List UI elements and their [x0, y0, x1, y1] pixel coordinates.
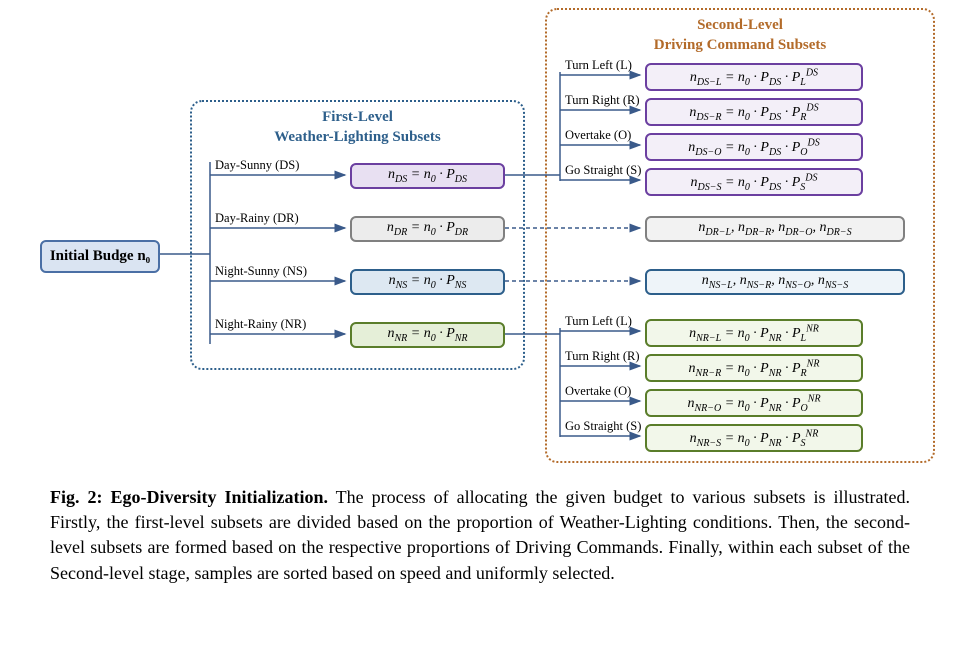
l2-box-ds-o: nDS−O = n0 · PDS · PODS [645, 133, 863, 161]
figure-caption: Fig. 2: Ego-Diversity Initialization. Th… [50, 485, 910, 586]
l2-box-ds-s: nDS−S = n0 · PDS · PSDS [645, 168, 863, 196]
l1-box-dr: nDR = n0 · PDR [350, 216, 505, 242]
formula-ds-o: nDS−O = n0 · PDS · PODS [688, 140, 819, 155]
formula-ds-r: nDS−R = n0 · PDS · PRDS [689, 105, 818, 120]
formula-nr-s: nNR−S = n0 · PNR · PSNR [690, 431, 819, 446]
formula-ns: nNS = n0 · PNS [389, 273, 467, 288]
formula-ds: nDS = n0 · PDS [388, 167, 467, 182]
formula-nr-r: nNR−R = n0 · PNR · PRNR [689, 361, 820, 376]
initial-budget-box: Initial Budge n₀ [40, 240, 160, 273]
l2-box-nr-l: nNR−L = n0 · PNR · PLNR [645, 319, 863, 347]
formula-ds-l: nDS−L = n0 · PDS · PLDS [690, 70, 818, 85]
l2-box-ds-l: nDS−L = n0 · PDS · PLDS [645, 63, 863, 91]
branch-label-ds-gs: Go Straight (S) [565, 163, 641, 178]
l2-box-nr-o: nNR−O = n0 · PNR · PONR [645, 389, 863, 417]
formula-ns-collapsed: nNS−L, nNS−R, nNS−O, nNS−S [702, 273, 849, 288]
branch-label-ns: Night-Sunny (NS) [215, 264, 307, 279]
second-level-title-line2: Driving Command Subsets [654, 37, 827, 53]
branch-label-nr-tl: Turn Left (L) [565, 314, 632, 329]
caption-title: Fig. 2: Ego-Diversity Initialization. [50, 487, 328, 507]
branch-label-nr-ov: Overtake (O) [565, 384, 631, 399]
l2-box-ds-r: nDS−R = n0 · PDS · PRDS [645, 98, 863, 126]
second-level-title-line1: Second-Level [697, 17, 783, 33]
second-level-title: Second-Level Driving Command Subsets [547, 16, 933, 55]
formula-nr-l: nNR−L = n0 · PNR · PLNR [689, 326, 819, 341]
l2-box-nr-r: nNR−R = n0 · PNR · PRNR [645, 354, 863, 382]
initial-budget-text: Initial Budge n₀ [50, 248, 150, 264]
l2-box-dr: nDR−L, nDR−R, nDR−O, nDR−S [645, 216, 905, 242]
first-level-title-line2: Weather-Lighting Subsets [274, 129, 441, 145]
branch-label-dr: Day-Rainy (DR) [215, 211, 299, 226]
formula-nr-o: nNR−O = n0 · PNR · PONR [687, 396, 820, 411]
branch-label-ds-tl: Turn Left (L) [565, 58, 632, 73]
formula-dr-collapsed: nDR−L, nDR−R, nDR−O, nDR−S [698, 220, 851, 235]
formula-ds-s: nDS−S = n0 · PDS · PSDS [690, 175, 817, 190]
branch-label-ds-ov: Overtake (O) [565, 128, 631, 143]
l1-box-ns: nNS = n0 · PNS [350, 269, 505, 295]
branch-label-nr: Night-Rainy (NR) [215, 317, 306, 332]
first-level-title-line1: First-Level [322, 109, 393, 125]
l2-box-nr-s: nNR−S = n0 · PNR · PSNR [645, 424, 863, 452]
formula-nr: nNR = n0 · PNR [387, 326, 467, 341]
l1-box-nr: nNR = n0 · PNR [350, 322, 505, 348]
branch-label-ds: Day-Sunny (DS) [215, 158, 299, 173]
branch-label-ds-tr: Turn Right (R) [565, 93, 640, 108]
first-level-title: First-Level Weather-Lighting Subsets [192, 108, 523, 147]
branch-label-nr-gs: Go Straight (S) [565, 419, 641, 434]
formula-dr: nDR = n0 · PDR [387, 220, 468, 235]
l2-box-ns: nNS−L, nNS−R, nNS−O, nNS−S [645, 269, 905, 295]
branch-label-nr-tr: Turn Right (R) [565, 349, 640, 364]
l1-box-ds: nDS = n0 · PDS [350, 163, 505, 189]
